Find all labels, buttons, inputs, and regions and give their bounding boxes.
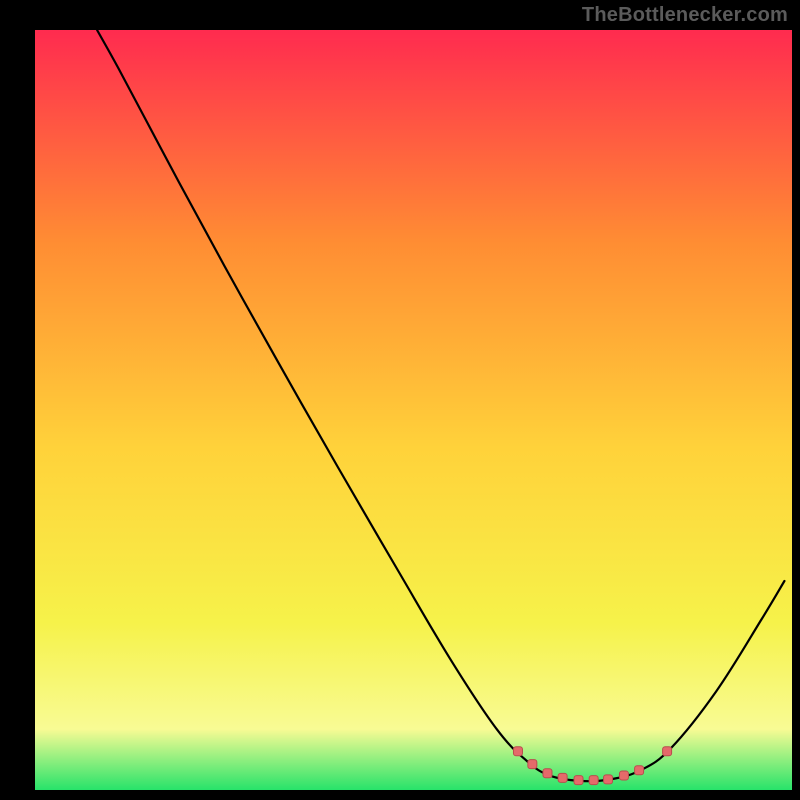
curve-marker — [574, 776, 583, 785]
bottleneck-chart — [0, 0, 800, 800]
plot-area — [35, 30, 792, 790]
curve-marker — [589, 776, 598, 785]
watermark-text: TheBottlenecker.com — [582, 4, 788, 27]
curve-marker — [513, 747, 522, 756]
curve-marker — [558, 773, 567, 782]
curve-marker — [663, 747, 672, 756]
curve-marker — [543, 769, 552, 778]
curve-marker — [528, 760, 537, 769]
curve-marker — [619, 771, 628, 780]
curve-marker — [635, 766, 644, 775]
curve-marker — [604, 775, 613, 784]
